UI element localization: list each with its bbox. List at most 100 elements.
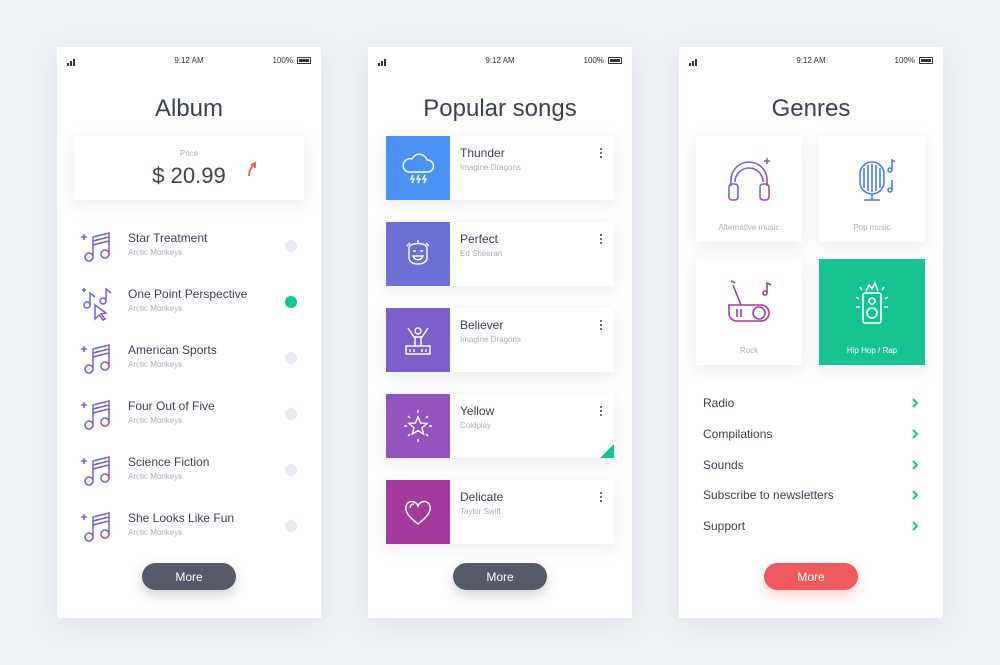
- track-artist: Arctic Monkeys: [128, 416, 183, 425]
- song-artwork: [386, 222, 450, 286]
- menu-item-label: Support: [703, 519, 746, 533]
- music-note-icon: [81, 456, 110, 486]
- music-note-icon: [81, 232, 110, 262]
- genres-screen: 9:12 AM 100% Genres Alternative music Po…: [679, 47, 943, 618]
- menu-item-radio[interactable]: Radio: [703, 394, 919, 414]
- track-title: American Sports: [128, 343, 217, 357]
- song-artist: Imagine Dragons: [460, 335, 521, 344]
- menu-item-label: Radio: [703, 396, 735, 410]
- genre-tile-pop[interactable]: Pop music: [819, 136, 925, 242]
- album-screen: 9:12 AM 100% Album Price $ 20.99 Star Tr…: [57, 47, 321, 618]
- song-title: Believer: [460, 318, 504, 332]
- more-options-icon[interactable]: [599, 406, 603, 418]
- page-title: Album: [154, 95, 224, 122]
- music-note-cursor-icon: [82, 287, 112, 321]
- track-title: Science Fiction: [128, 455, 210, 469]
- raised-arms-icon: [405, 327, 431, 355]
- track-row[interactable]: She Looks Like Fun Arctic Monkeys: [81, 507, 301, 547]
- song-artwork: [386, 308, 450, 372]
- song-card[interactable]: Thunder Imagine Dragons: [386, 136, 614, 200]
- song-artwork: [386, 480, 450, 544]
- song-title: Delicate: [460, 490, 504, 504]
- more-options-icon[interactable]: [599, 234, 603, 246]
- track-row[interactable]: Star Treatment Arctic Monkeys: [81, 227, 301, 267]
- song-title: Perfect: [460, 232, 499, 246]
- song-artist: Taylor Swift: [460, 507, 501, 516]
- music-note-icon: [81, 512, 110, 542]
- track-select-dot[interactable]: [285, 352, 297, 364]
- selected-corner-marker: [600, 444, 614, 458]
- track-title: She Looks Like Fun: [128, 511, 235, 525]
- track-row[interactable]: One Point Perspective Arctic Monkeys: [81, 283, 301, 323]
- song-artwork: [386, 394, 450, 458]
- menu-item-label: Subscribe to newsletters: [703, 488, 834, 502]
- price-label: Price: [179, 149, 199, 158]
- battery-icon: [608, 57, 622, 64]
- track-row[interactable]: American Sports Arctic Monkeys: [81, 339, 301, 379]
- page-title: Popular songs: [423, 95, 577, 122]
- music-note-icon: [81, 400, 110, 430]
- track-title: Four Out of Five: [128, 399, 215, 413]
- battery-percent: 100%: [272, 56, 293, 65]
- more-options-icon[interactable]: [599, 492, 603, 504]
- popular-songs-screen: 9:12 AM 100% Popular songs Thunder Imagi…: [368, 47, 632, 618]
- track-artist: Arctic Monkeys: [128, 528, 183, 537]
- track-row[interactable]: Science Fiction Arctic Monkeys: [81, 451, 301, 491]
- genre-tile-alternative[interactable]: Alternative music: [696, 136, 802, 242]
- battery-icon: [919, 57, 933, 64]
- more-button[interactable]: More: [764, 563, 858, 590]
- star-icon: [404, 410, 432, 442]
- track-select-dot[interactable]: [285, 408, 297, 420]
- battery-icon: [297, 57, 311, 64]
- status-bar: 9:12 AM 100%: [378, 56, 622, 66]
- song-card[interactable]: Delicate Taylor Swift: [386, 480, 614, 544]
- genre-label: Rock: [739, 346, 759, 355]
- price-value: $ 20.99: [152, 163, 226, 188]
- genre-label: Hip Hop / Rap: [846, 346, 898, 355]
- trend-up-icon: [248, 161, 256, 177]
- song-card[interactable]: Perfect Ed Sheeran: [386, 222, 614, 286]
- track-row[interactable]: Four Out of Five Arctic Monkeys: [81, 395, 301, 435]
- chevron-right-icon: [912, 521, 919, 531]
- track-select-dot[interactable]: [285, 520, 297, 532]
- menu-item-label: Compilations: [703, 427, 773, 441]
- chevron-right-icon: [912, 460, 919, 470]
- menu-item-newsletters[interactable]: Subscribe to newsletters: [703, 486, 919, 506]
- more-button[interactable]: More: [142, 563, 236, 590]
- more-button[interactable]: More: [453, 563, 547, 590]
- chevron-right-icon: [912, 398, 919, 408]
- genre-label: Alternative music: [718, 223, 780, 232]
- track-select-dot[interactable]: [285, 464, 297, 476]
- guitar-icon: [728, 280, 772, 322]
- status-bar: 9:12 AM 100%: [689, 56, 933, 66]
- genre-tile-hiphop[interactable]: Hip Hop / Rap: [819, 259, 925, 365]
- menu-item-support[interactable]: Support: [703, 517, 919, 537]
- menu-item-sounds[interactable]: Sounds: [703, 456, 919, 476]
- song-card[interactable]: Yellow Coldplay: [386, 394, 614, 458]
- battery-percent: 100%: [894, 56, 915, 65]
- smiling-face-icon: [406, 240, 430, 265]
- menu-item-compilations[interactable]: Compilations: [703, 425, 919, 445]
- genre-label: Pop music: [853, 223, 891, 232]
- speaker-icon: [855, 281, 889, 324]
- track-artist: Arctic Monkeys: [128, 360, 183, 369]
- heart-icon: [405, 500, 431, 525]
- menu-item-label: Sounds: [703, 458, 744, 472]
- track-select-dot[interactable]: [285, 240, 297, 252]
- thunder-cloud-icon: [402, 153, 435, 184]
- battery-percent: 100%: [583, 56, 604, 65]
- track-artist: Arctic Monkeys: [128, 304, 183, 313]
- track-select-dot[interactable]: [285, 296, 297, 308]
- microphone-icon: [859, 158, 896, 201]
- more-options-icon[interactable]: [599, 320, 603, 332]
- genre-tile-rock[interactable]: Rock: [696, 259, 802, 365]
- song-artist: Imagine Dragons: [460, 163, 521, 172]
- track-artist: Arctic Monkeys: [128, 248, 183, 257]
- status-bar: 9:12 AM 100%: [67, 56, 311, 66]
- chevron-right-icon: [912, 490, 919, 500]
- song-card[interactable]: Believer Imagine Dragons: [386, 308, 614, 372]
- song-artist: Ed Sheeran: [460, 249, 503, 258]
- more-options-icon[interactable]: [599, 148, 603, 160]
- song-artist: Coldplay: [460, 421, 492, 430]
- track-title: One Point Perspective: [128, 287, 248, 301]
